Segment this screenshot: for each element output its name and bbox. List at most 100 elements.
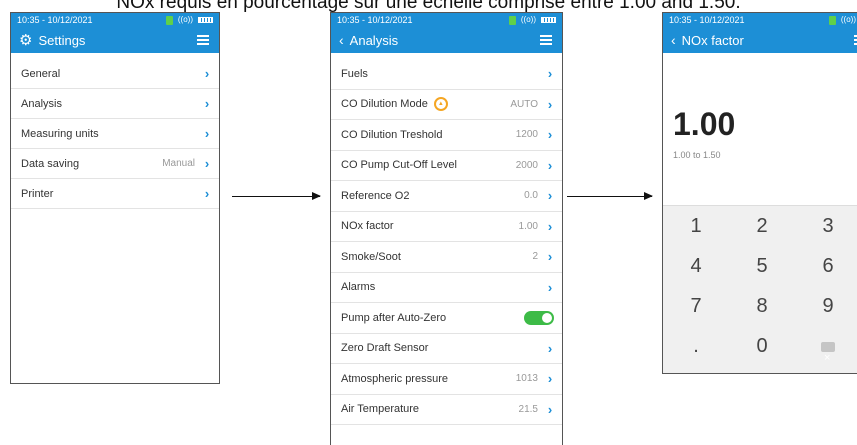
back-icon[interactable]: ‹	[339, 33, 344, 47]
title-bar: ‹ NOx factor	[663, 27, 857, 53]
analysis-item-alarms[interactable]: Alarms ›	[331, 273, 562, 303]
item-label: Pump after Auto-Zero	[341, 311, 447, 324]
key-4[interactable]: 4	[663, 246, 729, 286]
item-label: Zero Draft Sensor	[341, 342, 429, 355]
chevron-right-icon: ›	[547, 96, 553, 112]
status-bar: 10:35 - 10/12/2021 ((o))	[663, 13, 857, 27]
item-label: Measuring units	[21, 127, 99, 140]
flow-arrow	[232, 192, 321, 200]
key-8[interactable]: 8	[729, 286, 795, 326]
key-1[interactable]: 1	[663, 206, 729, 246]
wifi-icon: ((o))	[840, 15, 856, 24]
settings-item-printer[interactable]: Printer ›	[11, 179, 219, 209]
chevron-right-icon: ›	[547, 340, 553, 356]
item-label: Air Temperature	[341, 403, 420, 416]
analysis-item-smoke-soot[interactable]: Smoke/Soot 2 ›	[331, 242, 562, 273]
gear-icon: ⚙	[19, 31, 33, 49]
settings-item-measuring-units[interactable]: Measuring units ›	[11, 119, 219, 149]
chevron-right-icon: ›	[204, 96, 210, 111]
numeric-keypad: 1 2 3 4 5 6 7 8 9 . 0	[663, 205, 857, 373]
analysis-item-fuels[interactable]: Fuels ›	[331, 59, 562, 90]
item-label: Alarms	[341, 281, 376, 294]
nox-factor-screen: 10:35 - 10/12/2021 ((o)) ‹ NOx factor 1.…	[662, 12, 857, 374]
analysis-item-co-dilution-treshold[interactable]: CO Dilution Treshold 1200 ›	[331, 120, 562, 151]
chevron-right-icon: ›	[204, 156, 210, 171]
settings-list: General › Analysis › Measuring units › Data…	[11, 59, 219, 209]
backspace-icon	[821, 338, 835, 373]
key-5[interactable]: 5	[729, 246, 795, 286]
pump-after-auto-zero-toggle[interactable]	[524, 310, 554, 325]
nox-range-hint: 1.00 to 1.50	[673, 150, 721, 160]
analysis-screen: 10:35 - 10/12/2021 ((o)) ‹ Analysis Fuel…	[330, 12, 563, 445]
item-label: CO Dilution Mode	[341, 98, 428, 111]
analysis-item-nox-factor[interactable]: NOx factor 1.00 ›	[331, 212, 562, 242]
settings-item-general[interactable]: General ›	[11, 59, 219, 89]
chevron-right-icon: ›	[547, 66, 553, 82]
chevron-right-icon: ›	[547, 157, 553, 173]
item-label: Fuels	[341, 67, 368, 80]
menu-icon[interactable]	[540, 35, 552, 45]
sim-icon	[828, 15, 836, 25]
title-bar: ‹ Analysis	[331, 27, 562, 53]
key-dot[interactable]: .	[663, 326, 729, 366]
chevron-right-icon: ›	[547, 279, 553, 295]
settings-item-analysis[interactable]: Analysis ›	[11, 89, 219, 119]
analysis-item-atmospheric-pressure[interactable]: Atmospheric pressure 1013 ›	[331, 364, 562, 395]
key-backspace[interactable]	[795, 326, 857, 373]
item-value: 2	[532, 251, 538, 263]
key-9[interactable]: 9	[795, 286, 857, 326]
item-value: 1.00	[518, 220, 538, 232]
item-value: 2000	[515, 159, 538, 171]
item-value: 21.5	[518, 403, 538, 415]
item-value: AUTO	[510, 98, 538, 110]
nox-value-display[interactable]: 1.00	[663, 53, 857, 143]
item-label: Reference O2	[341, 189, 410, 202]
settings-item-data-saving[interactable]: Data saving Manual ›	[11, 149, 219, 179]
analysis-item-co-pump-cut-off-level[interactable]: CO Pump Cut-Off Level 2000 ›	[331, 151, 562, 181]
wifi-icon: ((o))	[177, 15, 193, 24]
item-value: 1013	[515, 373, 538, 385]
key-0[interactable]: 0	[729, 326, 795, 366]
analysis-item-reference-o2[interactable]: Reference O2 0.0 ›	[331, 181, 562, 212]
title-bar: ⚙ Settings	[11, 27, 219, 53]
flow-arrow	[567, 192, 653, 200]
status-time: 10:35 - 10/12/2021	[669, 15, 745, 25]
sim-icon	[165, 15, 173, 25]
key-7[interactable]: 7	[663, 286, 729, 326]
item-value: 0.0	[524, 190, 538, 202]
menu-icon[interactable]	[197, 35, 209, 45]
chevron-right-icon: ›	[204, 126, 210, 141]
item-label: Printer	[21, 187, 54, 200]
key-3[interactable]: 3	[795, 206, 857, 246]
chevron-right-icon: ›	[547, 249, 553, 265]
warning-icon: ▲	[433, 97, 448, 112]
analysis-list: Fuels › CO Dilution Mode ▲ AUTO › CO Dilutio…	[331, 59, 562, 425]
chevron-right-icon: ›	[204, 186, 210, 201]
status-time: 10:35 - 10/12/2021	[337, 15, 413, 25]
chevron-right-icon: ›	[547, 218, 553, 234]
page-title: Settings	[38, 32, 86, 48]
analysis-item-zero-draft-sensor[interactable]: Zero Draft Sensor ›	[331, 334, 562, 364]
wifi-icon: ((o))	[520, 15, 536, 24]
item-label: CO Dilution Treshold	[341, 128, 443, 141]
item-value: Manual	[162, 158, 195, 169]
back-icon[interactable]: ‹	[671, 33, 676, 47]
chevron-right-icon: ›	[204, 66, 210, 81]
chevron-right-icon: ›	[547, 127, 553, 143]
page-title: Analysis	[349, 32, 399, 48]
item-label: Analysis	[21, 97, 62, 110]
battery-icon	[541, 17, 556, 23]
item-label: CO Pump Cut-Off Level	[341, 159, 457, 172]
analysis-item-co-dilution-mode[interactable]: CO Dilution Mode ▲ AUTO ›	[331, 90, 562, 120]
analysis-item-air-temperature[interactable]: Air Temperature 21.5 ›	[331, 395, 562, 425]
chevron-right-icon: ›	[547, 371, 553, 387]
battery-icon	[198, 17, 213, 23]
chevron-right-icon: ›	[547, 401, 553, 417]
key-2[interactable]: 2	[729, 206, 795, 246]
sim-icon	[508, 15, 516, 25]
analysis-item-pump-after-auto-zero: Pump after Auto-Zero	[331, 303, 562, 334]
item-value: 1200	[515, 129, 538, 141]
key-6[interactable]: 6	[795, 246, 857, 286]
item-label: Smoke/Soot	[341, 250, 401, 263]
status-bar: 10:35 - 10/12/2021 ((o))	[11, 13, 219, 27]
